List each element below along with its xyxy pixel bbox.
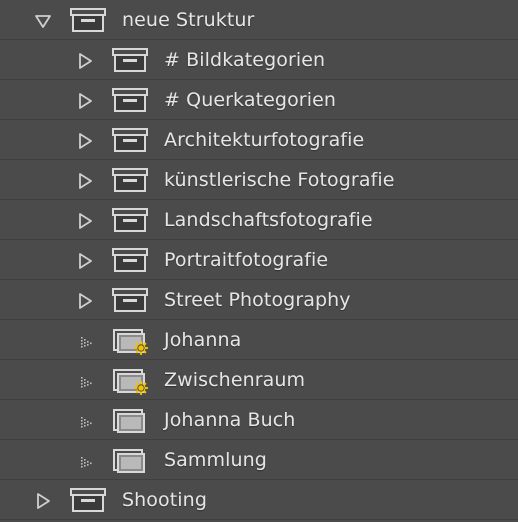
smart-collection-icon <box>110 365 150 396</box>
leaf-dots-icon <box>72 441 98 480</box>
tree-row-bildkategorien[interactable]: # Bildkategorien <box>0 41 518 80</box>
collapsed-triangle-icon[interactable] <box>72 201 98 240</box>
collapsed-triangle-icon[interactable] <box>72 281 98 320</box>
tree-row-label: Landschaftsfotografie <box>164 209 373 231</box>
collection-set-icon <box>110 125 150 155</box>
tree-row-label: Johanna Buch <box>164 409 296 431</box>
expanded-triangle-icon[interactable] <box>30 1 56 40</box>
collection-set-icon <box>110 165 150 195</box>
tree-row-landschaftsfotografie[interactable]: Landschaftsfotografie <box>0 201 518 240</box>
collapsed-triangle-icon[interactable] <box>72 241 98 280</box>
tree-row-sammlung[interactable]: Sammlung <box>0 441 518 480</box>
smart-collection-icon <box>110 325 150 356</box>
tree-row-label: künstlerische Fotografie <box>164 169 395 191</box>
collection-set-icon <box>68 5 108 35</box>
collapsed-triangle-icon[interactable] <box>72 121 98 160</box>
collapsed-triangle-icon[interactable] <box>30 481 56 520</box>
tree-row-label: Sammlung <box>164 449 267 471</box>
tree-row-label: Shooting <box>122 489 207 511</box>
collections-tree: neue Struktur # Bildkategorien # Querkateg… <box>0 0 518 522</box>
leaf-dots-icon <box>72 361 98 400</box>
collection-set-icon <box>110 245 150 275</box>
tree-row-label: Johanna <box>164 329 242 351</box>
tree-row-label: Portraitfotografie <box>164 249 329 271</box>
tree-row-portraitfotografie[interactable]: Portraitfotografie <box>0 241 518 280</box>
collection-icon <box>110 445 150 475</box>
tree-row-querkategorien[interactable]: # Querkategorien <box>0 81 518 120</box>
tree-row-johanna-buch[interactable]: Johanna Buch <box>0 401 518 440</box>
collection-set-icon <box>110 285 150 315</box>
tree-row-label: neue Struktur <box>122 9 255 31</box>
tree-row-zwischenraum[interactable]: Zwischenraum <box>0 361 518 400</box>
collapsed-triangle-icon[interactable] <box>72 81 98 120</box>
tree-row-label: # Bildkategorien <box>164 49 326 71</box>
tree-row-label: Street Photography <box>164 289 351 311</box>
tree-row-shooting[interactable]: Shooting <box>0 481 518 520</box>
tree-row-label: Architekturfotografie <box>164 129 365 151</box>
tree-row-neue-struktur[interactable]: neue Struktur <box>0 1 518 40</box>
tree-row-label: # Querkategorien <box>164 89 337 111</box>
collection-set-icon <box>110 45 150 75</box>
collection-icon <box>110 405 150 435</box>
tree-row-architekturfotografie[interactable]: Architekturfotografie <box>0 121 518 160</box>
tree-row-street-photography[interactable]: Street Photography <box>0 281 518 320</box>
leaf-dots-icon <box>72 321 98 360</box>
collapsed-triangle-icon[interactable] <box>72 161 98 200</box>
collection-set-icon <box>110 85 150 115</box>
tree-row-johanna[interactable]: Johanna <box>0 321 518 360</box>
tree-row-künstlerische-fotografie[interactable]: künstlerische Fotografie <box>0 161 518 200</box>
leaf-dots-icon <box>72 401 98 440</box>
collapsed-triangle-icon[interactable] <box>72 41 98 80</box>
tree-row-label: Zwischenraum <box>164 369 306 391</box>
collection-set-icon <box>68 485 108 515</box>
collection-set-icon <box>110 205 150 235</box>
